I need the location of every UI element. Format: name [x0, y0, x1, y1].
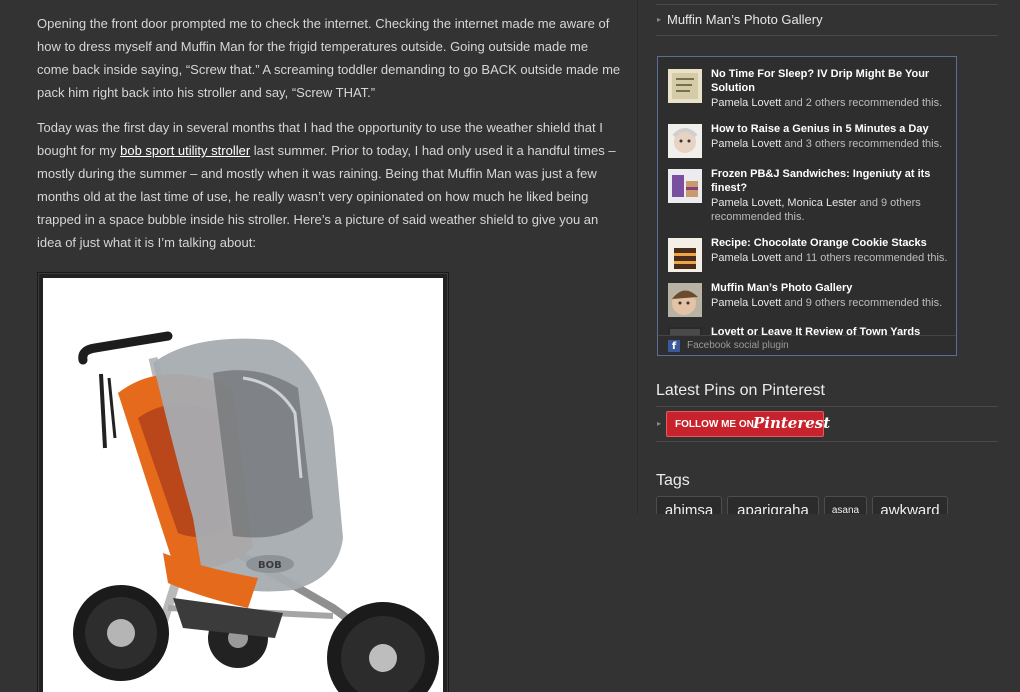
sidebar-link-label[interactable]: Muffin Man’s Photo Gallery [667, 12, 823, 27]
fb-item-title[interactable]: How to Raise a Genius in 5 Minutes a Day [711, 122, 949, 136]
pinterest-logo: Pinterest [753, 414, 831, 432]
column-divider [637, 0, 638, 514]
cookie-icon [668, 238, 702, 272]
fb-item-title[interactable]: Frozen PB&J Sandwiches: Ingeniuty at its… [711, 167, 949, 195]
stroller-image-frame: BOB [37, 272, 449, 692]
fb-item-meta: Pamela Lovett, Monica Lester and 9 other… [711, 197, 921, 223]
facebook-recommendations-widget: No Time For Sleep? IV Drip Might Be Your… [657, 56, 957, 356]
tag-awkward[interactable]: awkward [872, 496, 948, 514]
facebook-icon: f [668, 340, 680, 352]
article-paragraph-2: Today was the first day in several month… [37, 116, 621, 254]
tag-ahimsa[interactable]: ahimsa [656, 496, 722, 514]
fb-item-title[interactable]: Muffin Man’s Photo Gallery [711, 281, 949, 295]
pinterest-follow-label: FOLLOW ME ON [675, 419, 754, 430]
shield-brand-label: BOB [258, 560, 282, 571]
tag-asana[interactable]: asana [824, 496, 867, 514]
fb-item-meta: Pamela Lovett and 2 others recommended t… [711, 97, 943, 109]
pinterest-follow-row: ▸ FOLLOW ME ON Pinterest [656, 406, 998, 442]
bullet-arrow-icon: ▸ [657, 15, 662, 24]
fb-item-title[interactable]: No Time For Sleep? IV Drip Might Be Your… [711, 67, 949, 95]
sidebar-link-photo-gallery[interactable]: ▸ Muffin Man’s Photo Gallery [656, 4, 998, 36]
stroller-illustration: BOB [73, 331, 439, 692]
pinterest-widget-title: Latest Pins on Pinterest [656, 382, 825, 399]
child-icon [668, 283, 702, 317]
pinterest-follow-button[interactable]: FOLLOW ME ON Pinterest [666, 411, 830, 437]
fb-item-meta: Pamela Lovett and 3 others recommended t… [711, 138, 943, 150]
bob-stroller-link[interactable]: bob sport utility stroller [120, 143, 250, 158]
facebook-plugin-footer: f Facebook social plugin [658, 335, 956, 355]
article-body: Opening the front door prompted me to ch… [37, 12, 621, 266]
tag-cloud: ahimsa aparigraha asana awkward [656, 496, 998, 514]
tag-aparigraha[interactable]: aparigraha [727, 496, 819, 514]
facebook-plugin-label[interactable]: Facebook social plugin [687, 340, 789, 351]
fb-item-meta: Pamela Lovett and 9 others recommended t… [711, 297, 943, 309]
book-icon [668, 69, 702, 103]
food-icon [668, 169, 702, 203]
stroller-weather-shield-image[interactable]: BOB [43, 278, 443, 692]
tags-widget-title: Tags [656, 472, 690, 489]
bullet-arrow-icon: ▸ [657, 419, 662, 428]
baby-icon [668, 124, 702, 158]
fb-item-title[interactable]: Recipe: Chocolate Orange Cookie Stacks [711, 236, 949, 250]
article-paragraph-1: Opening the front door prompted me to ch… [37, 16, 621, 100]
fb-item-meta: Pamela Lovett and 11 others recommended … [711, 252, 948, 264]
article-paragraph-2-end: last summer. Prior to today, I had only … [37, 143, 616, 250]
